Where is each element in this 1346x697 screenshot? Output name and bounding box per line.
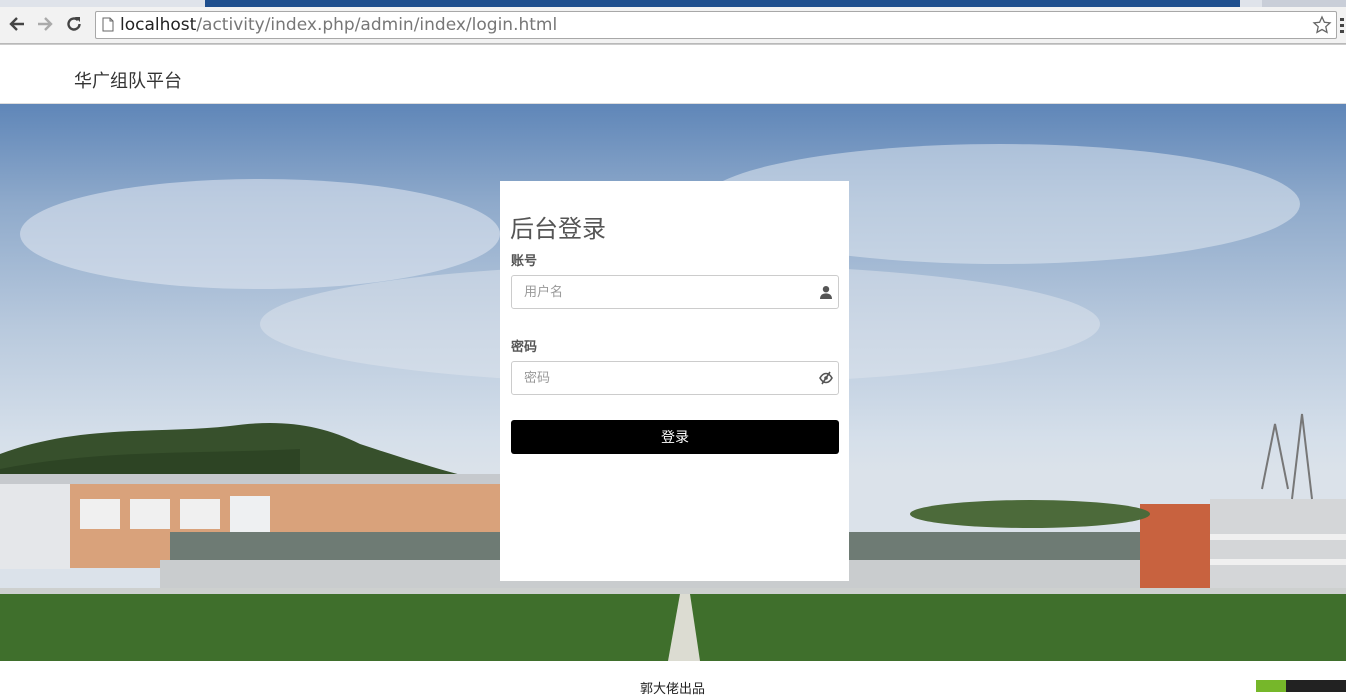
site-navbar: 华广组队平台 — [0, 44, 1346, 104]
footer-credit: 郭大佬出品 — [640, 682, 706, 697]
user-icon — [820, 286, 832, 299]
account-label: 账号 — [511, 254, 538, 269]
password-input[interactable] — [512, 362, 836, 394]
browser-toolbar: localhost/activity/index.php/admin/index… — [0, 7, 1346, 44]
corner-badge[interactable] — [1256, 680, 1346, 692]
site-brand[interactable]: 华广组队平台 — [74, 67, 182, 93]
page-footer: 郭大佬出品 — [0, 661, 1346, 697]
reload-icon — [67, 17, 81, 31]
login-title: 后台登录 — [510, 215, 606, 243]
address-url: localhost/activity/index.php/admin/index… — [120, 15, 558, 35]
forward-arrow-icon — [38, 17, 53, 31]
login-card: 后台登录 账号 密码 登录 — [500, 181, 849, 581]
browser-menu-icon[interactable] — [1338, 16, 1346, 34]
active-tab[interactable] — [205, 0, 1240, 7]
page-icon — [102, 17, 114, 32]
password-label: 密码 — [511, 340, 538, 355]
bookmark-star-icon[interactable] — [1312, 15, 1332, 35]
badge-green-block — [1256, 680, 1286, 692]
back-button[interactable] — [6, 13, 28, 35]
tab-strip — [0, 0, 1346, 7]
forward-button[interactable] — [34, 13, 56, 35]
address-bar[interactable]: localhost/activity/index.php/admin/index… — [95, 11, 1337, 39]
password-field[interactable] — [511, 361, 839, 395]
login-button[interactable]: 登录 — [511, 420, 839, 454]
reload-button[interactable] — [63, 13, 85, 35]
username-input[interactable] — [512, 276, 836, 308]
window-controls[interactable] — [1262, 0, 1346, 7]
eye-slash-icon[interactable] — [819, 371, 833, 385]
username-field[interactable] — [511, 275, 839, 309]
back-arrow-icon — [9, 17, 24, 31]
